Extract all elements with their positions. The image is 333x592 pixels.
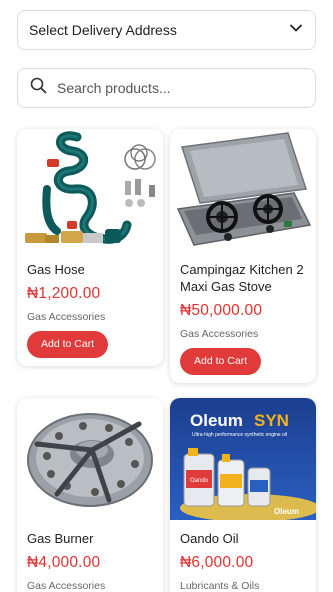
gas-burner-image [17, 398, 163, 520]
product-card-campingaz-stove[interactable]: Campingaz Kitchen 2 Maxi Gas Stove ₦50,0… [170, 129, 316, 383]
product-price: ₦4,000.00 [27, 554, 101, 571]
chevron-down-icon [289, 21, 303, 40]
oleum-syn-text: SYN [254, 411, 289, 430]
product-name: Gas Hose [27, 262, 85, 277]
product-name: Campingaz Kitchen 2 Maxi Gas Stove [180, 262, 304, 294]
search-icon [30, 77, 47, 99]
gas-stove-image [170, 129, 316, 251]
product-name: Oando Oil [180, 531, 239, 546]
gas-hose-image [17, 129, 163, 251]
oando-oil-image: Oleum SYN Ultra-high performance synthet… [170, 398, 316, 520]
oando-bottle-label: Oando [190, 478, 209, 484]
product-category: Lubricants & Oils [180, 580, 260, 592]
product-price: ₦1,200.00 [27, 285, 101, 302]
delivery-address-label: Select Delivery Address [29, 22, 177, 38]
product-card-gas-burner[interactable]: Gas Burner ₦4,000.00 Gas Accessories [17, 398, 163, 592]
search-input[interactable] [57, 73, 297, 103]
product-price: ₦6,000.00 [180, 554, 254, 571]
oleum-tagline-text: Ultra-high performance synthetic engine … [192, 432, 287, 438]
product-card-gas-hose[interactable]: Gas Hose ₦1,200.00 Gas Accessories Add t… [17, 129, 163, 366]
oleum-corner-logo: Oleum [274, 507, 299, 516]
product-name: Gas Burner [27, 531, 94, 546]
search-bar[interactable] [17, 68, 316, 108]
product-price: ₦50,000.00 [180, 302, 263, 319]
product-category: Gas Accessories [27, 580, 106, 592]
add-to-cart-button[interactable]: Add to Cart [27, 331, 109, 358]
delivery-address-select[interactable]: Select Delivery Address [17, 10, 316, 50]
product-category: Gas Accessories [27, 311, 106, 323]
product-category: Gas Accessories [180, 328, 259, 340]
product-card-oando-oil[interactable]: Oleum SYN Ultra-high performance synthet… [170, 398, 316, 592]
add-to-cart-button[interactable]: Add to Cart [180, 348, 262, 375]
oleum-brand-text: Oleum [190, 411, 243, 430]
